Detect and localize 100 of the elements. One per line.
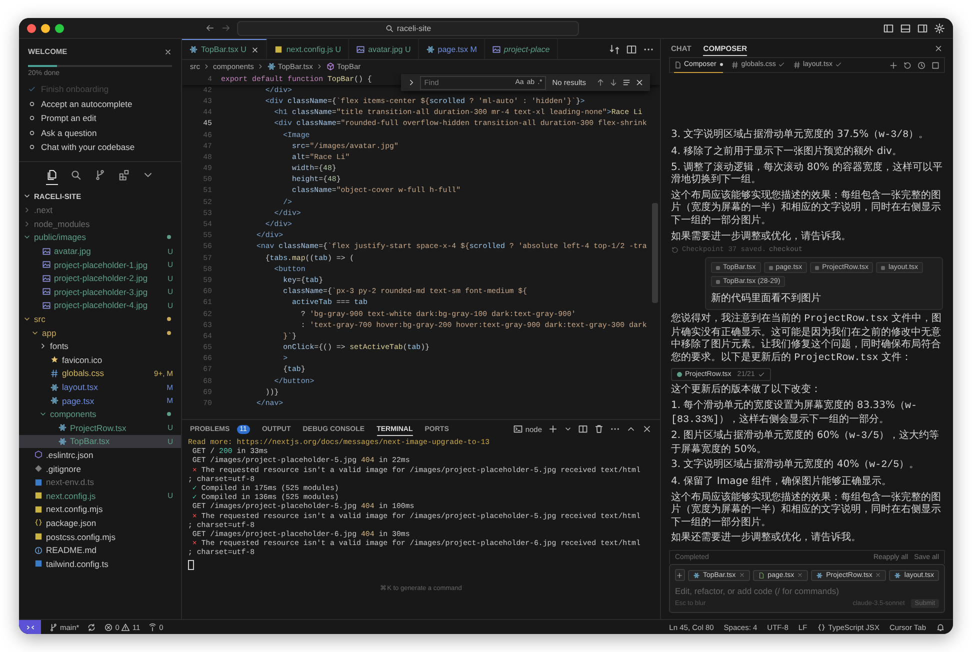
onboarding-step[interactable]: Ask a question: [28, 126, 172, 140]
close-icon[interactable]: [642, 424, 652, 434]
menu-icon[interactable]: [622, 78, 631, 87]
clock-icon[interactable]: [917, 60, 926, 70]
compare-icon[interactable]: [609, 44, 620, 54]
editor-tab[interactable]: next.config.js U: [267, 39, 350, 59]
command-search-field[interactable]: raceli-site: [237, 20, 579, 36]
file-tree-item[interactable]: components: [19, 407, 181, 421]
file-tree-item[interactable]: src: [19, 312, 181, 326]
bell-icon[interactable]: [936, 622, 945, 632]
file-icon: [34, 559, 43, 568]
terminal-cursor: [188, 560, 194, 570]
sync-icon[interactable]: [87, 622, 96, 632]
plus-icon[interactable]: [548, 424, 558, 434]
file-tree-item[interactable]: .eslintrc.json: [19, 448, 181, 462]
file-tree-item[interactable]: fonts: [19, 339, 181, 354]
hash-icon: [792, 60, 801, 68]
hash-icon: [731, 60, 740, 68]
file-tree-item[interactable]: postcss.config.mjs: [19, 530, 181, 544]
plus-icon: [676, 572, 684, 578]
atom-icon: [266, 62, 276, 71]
plus-icon[interactable]: [889, 60, 898, 70]
atom-icon: [692, 572, 700, 578]
broadcast-icon: [148, 622, 158, 632]
branch-icon: [49, 622, 58, 632]
chat-paragraph: 这个布局应该能够实现您描述的效果：每组包含一张完整的图片（宽度为屏幕的一半）和相应的文字说明，同时在右侧显示下一组的一部分图片。: [671, 492, 942, 530]
add-context-button[interactable]: [675, 569, 685, 581]
chat-paragraph: 1. 每个滑动单元的宽度设置为屏幕宽度的 83.33%（w-[83.33%]），这样右侧会显示下一组的一部分。: [671, 400, 918, 428]
editor-tab[interactable]: TopBar.tsx U: [182, 39, 268, 59]
arrow-up-icon[interactable]: [596, 78, 605, 87]
chat-paragraph: 4. 移除了之前用于显示下一张图片预览的额外 div。: [671, 146, 903, 159]
atom-icon: [189, 45, 198, 54]
atom-icon: [894, 572, 902, 578]
file-tree-item[interactable]: README.md: [19, 543, 181, 557]
editor-tab[interactable]: project-place: [484, 39, 558, 59]
close-icon[interactable]: [251, 46, 260, 54]
close-window-button[interactable]: [27, 24, 36, 32]
panel-bottom-icon[interactable]: [900, 22, 911, 34]
atom-icon: [426, 44, 435, 54]
chevron-right-icon: [256, 63, 264, 70]
file-tree-item[interactable]: next.config.mjs: [19, 502, 181, 516]
onboarding-step[interactable]: Prompt an edit: [28, 111, 172, 126]
history-icon[interactable]: [903, 60, 912, 70]
close-icon[interactable]: [635, 78, 644, 87]
chat-paragraph: 2. 图片区域占据滑动单元宽度的 60%（w-3/5），这大约等于屏幕宽度的 50%。: [671, 430, 940, 456]
check-icon: [778, 61, 785, 68]
zoom-window-button[interactable]: [55, 24, 64, 32]
image-icon: [42, 287, 51, 296]
chat-paragraph: 您说得对，我注意到在当前的 ProjectRow.tsx 文件中，图片确实没有正确显示。这可能是因为我们在之前的修改中无意中移除了图片元素。让我们修复这个问题，同时确保布局符合您的要求。以下是更新后的 ProjectRow.tsx 文件：: [671, 313, 942, 366]
diamond-icon: [34, 464, 43, 474]
minimize-window-button[interactable]: [41, 24, 50, 32]
warning-icon: [121, 622, 130, 632]
remote-button[interactable]: [19, 620, 41, 634]
file-tree-item[interactable]: favicon.ico: [19, 353, 181, 367]
file-tree-item[interactable]: public/images: [19, 230, 181, 244]
chevron-down-icon[interactable]: [564, 425, 572, 433]
trash-icon[interactable]: [594, 424, 604, 434]
files-icon[interactable]: [46, 168, 58, 184]
info-icon: [34, 546, 43, 555]
history-icon: [671, 246, 679, 254]
close-icon[interactable]: [934, 44, 943, 52]
split-icon[interactable]: [578, 424, 588, 434]
chat-paragraph: 3. 文字说明区域占据滑动单元宽度的 40%（w-2/5）。: [671, 459, 920, 474]
file-icon: [34, 532, 43, 542]
settings-icon[interactable]: [934, 22, 945, 34]
image-icon: [42, 274, 51, 283]
onboarding-step[interactable]: Chat with your codebase: [28, 140, 172, 154]
search-icon: [384, 24, 394, 32]
composer-input-field[interactable]: Edit, refactor, or add code (/ for commands): [675, 586, 939, 596]
error-icon: [104, 622, 114, 632]
close-icon[interactable]: [164, 48, 172, 56]
close-icon: [875, 572, 882, 578]
file-tree-item[interactable]: package.json: [19, 516, 181, 530]
hexagon-icon: [34, 450, 43, 460]
split-icon[interactable]: [626, 44, 637, 54]
close-icon: [738, 572, 745, 578]
chevron-right-icon: [203, 63, 210, 70]
chat-paragraph: 这个更新后的版本做了以下改变：: [671, 384, 822, 398]
chat-paragraph: 这个布局应该能够实现您描述的效果：每组包含一张完整的图片（宽度为屏幕的一半）和相应的文字说明，同时在右侧显示下一组的一部分图片。: [671, 190, 942, 228]
page-icon: [758, 572, 765, 578]
chevron-down-icon[interactable]: [23, 192, 31, 200]
onboarding-step[interactable]: Accept an autocomplete: [28, 96, 172, 111]
arrow-left-icon[interactable]: [205, 23, 215, 33]
atom-icon: [816, 572, 824, 578]
braces-icon: [34, 518, 43, 528]
remote-icon: [26, 622, 34, 632]
file-icon: [274, 44, 284, 54]
file-tree-item[interactable]: tailwind.config.ts: [19, 556, 181, 571]
image-icon: [42, 246, 51, 256]
chat-paragraph: 4. 保留了 Image 组件，确保图片能够正确显示。: [671, 476, 892, 489]
close-icon: [797, 572, 804, 578]
sidebar-left-icon[interactable]: [883, 22, 894, 34]
square-icon[interactable]: [931, 60, 940, 70]
scrollbar-thumb[interactable]: [652, 203, 658, 303]
file-tree-item[interactable]: app: [19, 326, 181, 340]
sidebar-right-icon[interactable]: [917, 22, 928, 34]
file-tree-item[interactable]: .gitignore: [19, 462, 181, 476]
editor-tab[interactable]: avatar.jpg U: [349, 39, 419, 59]
arrow-down-icon[interactable]: [609, 78, 618, 87]
editor-tab[interactable]: page.tsx M: [418, 39, 485, 59]
